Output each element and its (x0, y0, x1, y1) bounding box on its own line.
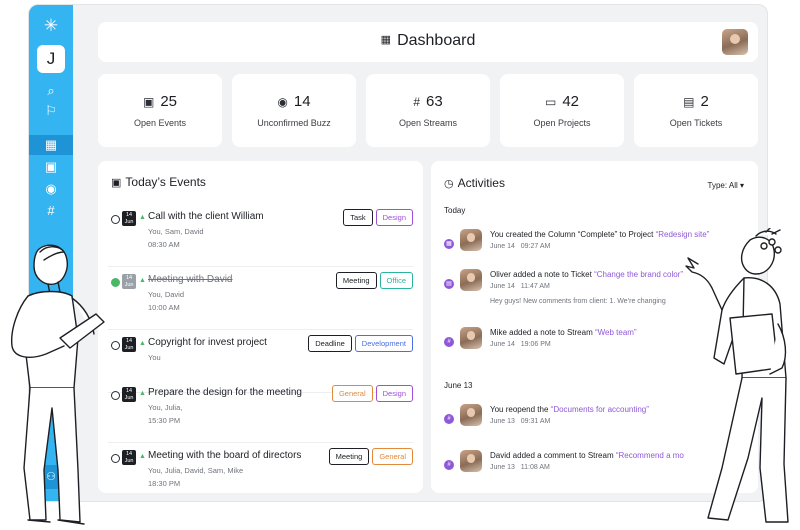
activity-link[interactable]: “Redesign site” (656, 230, 710, 239)
priority-arrow-icon: ▲ (139, 277, 146, 284)
event-checkbox[interactable] (111, 341, 120, 350)
hash-icon: # (413, 95, 420, 109)
event-row[interactable]: 14 Jun ▲ Meeting with the board of direct… (108, 448, 413, 501)
team-icon[interactable]: ⚇ (39, 465, 63, 489)
day-label: Today (444, 206, 466, 215)
event-title[interactable]: Meeting with the board of directors (148, 450, 301, 461)
event-tag[interactable]: Meeting (335, 272, 377, 289)
activity-type-icon: ▦ (444, 239, 454, 249)
event-tag[interactable]: Design (375, 385, 413, 402)
stat-open-streams[interactable]: #63 Open Streams (366, 74, 490, 147)
event-tag[interactable]: General (331, 385, 373, 402)
event-title[interactable]: Copyright for invest project (148, 337, 267, 348)
event-title[interactable]: Call with the client William (148, 211, 264, 222)
avatar (460, 327, 482, 349)
event-tag[interactable]: Development (354, 335, 413, 352)
rss-icon: ◉ (277, 95, 288, 109)
event-tag[interactable]: Deadline (308, 335, 352, 352)
event-row[interactable]: 14 Jun ▲ Prepare the design for the meeti… (108, 385, 413, 443)
event-time: 10:00 AM (148, 303, 180, 312)
event-tag[interactable]: General (372, 448, 413, 465)
events-panel: ▣ Today’s Events 14 Jun ▲ Call with the cl… (98, 161, 423, 493)
avatar (460, 229, 482, 251)
activity-item[interactable]: ▦ You created the Column “Complete” to P… (444, 229, 749, 271)
asterisk-logo-icon[interactable]: ✳ (42, 17, 60, 35)
event-row[interactable]: 14 Jun ▲ Meeting with David You, David 10… (108, 272, 413, 330)
event-checkbox[interactable] (111, 278, 120, 287)
stat-open-events[interactable]: ▣ 25 Open Events (98, 74, 222, 147)
event-date-badge: 14 Jun (122, 450, 136, 465)
activity-item[interactable]: # You reopend the “Documents for account… (444, 404, 749, 446)
rss-icon[interactable]: ◉ (29, 179, 73, 199)
event-people: You (148, 353, 161, 362)
workspace-switcher[interactable]: J (37, 45, 65, 73)
dashboard-grid-icon: ▦ (380, 34, 392, 46)
top-bar: ▦ Dashboard (98, 22, 758, 62)
priority-arrow-icon: ▲ (139, 453, 146, 460)
calendar-icon[interactable]: ▣ (29, 157, 73, 177)
search-icon[interactable]: ⌕ (29, 81, 73, 101)
page-title: ▦ Dashboard (380, 32, 476, 49)
day-label: June 13 (444, 381, 473, 390)
priority-arrow-icon: ▲ (139, 390, 146, 397)
activity-item[interactable]: # Mike added a note to Stream “Web team”… (444, 327, 749, 369)
activity-type-icon: ▤ (444, 279, 454, 289)
activity-link[interactable]: “Change the brand color” (594, 270, 683, 279)
bookmark-icon[interactable]: ⚐ (29, 101, 73, 121)
event-people: You, David (148, 290, 184, 299)
event-tag[interactable]: Design (375, 209, 413, 226)
activity-item[interactable]: # David added a comment to Stream “Recom… (444, 450, 749, 492)
type-filter-dropdown[interactable]: Type: All ▾ (708, 181, 744, 190)
priority-arrow-icon: ▲ (139, 340, 146, 347)
activity-note: Hey guys! New comments from client: 1. W… (490, 298, 666, 305)
event-date-badge: 14 Jun (122, 337, 136, 352)
event-date-badge: 14 Jun (122, 387, 136, 402)
event-checkbox[interactable] (111, 391, 120, 400)
dashboard-grid-icon[interactable]: ▦ (29, 135, 73, 155)
event-tag[interactable]: Meeting (328, 448, 370, 465)
clock-icon: ◷ (444, 178, 454, 190)
event-checkbox[interactable] (111, 454, 120, 463)
activity-link[interactable]: “Web team” (595, 328, 637, 337)
sidebar: ✳ J ⌕ ⚐ ▦ ▣ ◉ # ⚇ (29, 5, 73, 501)
activities-panel: ◷ Activities Type: All ▾ Today ▦ You crea… (431, 161, 758, 493)
stat-unconfirmed-buzz[interactable]: ◉ 14 Unconfirmed Buzz (232, 74, 356, 147)
event-time: 18:30 PM (148, 479, 181, 488)
event-title[interactable]: Prepare the design for the meeting (148, 387, 302, 398)
event-people: You, Julia, David, Sam, Mike (148, 466, 244, 475)
events-panel-title: ▣ Today’s Events (111, 175, 206, 189)
priority-arrow-icon: ▲ (139, 214, 146, 221)
event-tag[interactable]: Office (379, 272, 413, 289)
hash-icon: # (444, 337, 454, 347)
event-checkbox[interactable] (111, 215, 120, 224)
hash-icon[interactable]: # (29, 201, 73, 221)
calendar-icon: ▣ (111, 177, 122, 189)
user-avatar[interactable] (722, 29, 748, 55)
stat-open-tickets[interactable]: ▤ 2 Open Tickets (634, 74, 758, 147)
event-time: 08:30 AM (148, 240, 180, 249)
activity-link[interactable]: “Recommend a mo (616, 451, 684, 460)
stat-open-projects[interactable]: ▭ 42 Open Projects (500, 74, 624, 147)
event-date-badge: 14 Jun (122, 211, 136, 226)
event-title[interactable]: Meeting with David (148, 274, 232, 285)
avatar (460, 450, 482, 472)
activity-item[interactable]: ▤ Oliver added a note to Ticket “Change … (444, 269, 749, 311)
event-people: You, Sam, David (148, 227, 204, 236)
app-window: ✳ J ⌕ ⚐ ▦ ▣ ◉ # ⚇ ▦ Dashboard ▣ 25 Open Ev… (28, 4, 768, 502)
stats-row: ▣ 25 Open Events ◉ 14 Unconfirmed Buzz #63… (98, 74, 758, 150)
activities-panel-title: ◷ Activities (444, 176, 505, 190)
calendar-icon: ▣ (142, 95, 155, 109)
event-date-badge: 14 Jun (122, 274, 136, 289)
avatar (460, 404, 482, 426)
event-row[interactable]: 14 Jun ▲ Call with the client William You… (108, 209, 413, 267)
hash-icon: # (444, 414, 454, 424)
event-tag[interactable]: Task (343, 209, 373, 226)
folder-icon: ▭ (544, 95, 557, 109)
ticket-icon: ▤ (683, 95, 695, 109)
event-people: You, Julia, (148, 403, 183, 412)
hash-icon: # (444, 460, 454, 470)
activity-link[interactable]: “Documents for accounting” (551, 405, 649, 414)
event-time: 15:30 PM (148, 416, 181, 425)
avatar (460, 269, 482, 291)
